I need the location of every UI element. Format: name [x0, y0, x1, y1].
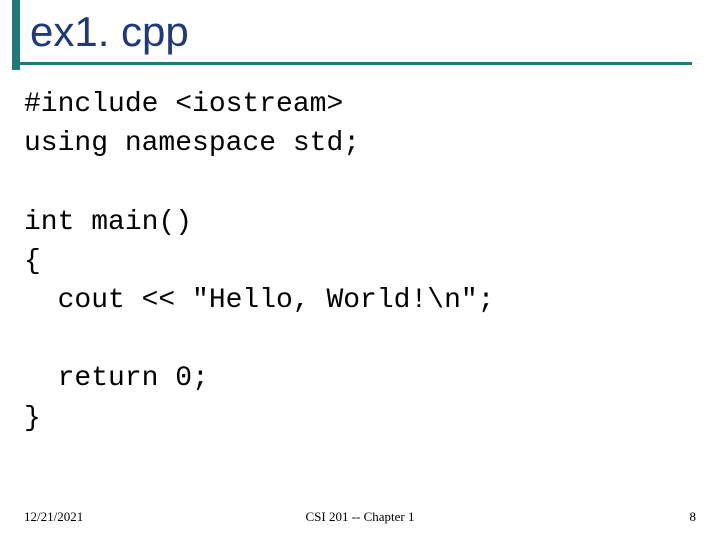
code-line: {: [24, 246, 41, 277]
code-line: using namespace std;: [24, 128, 360, 159]
code-line: #include <iostream>: [24, 89, 343, 120]
footer-center: CSI 201 -- Chapter 1: [248, 509, 472, 525]
code-line: }: [24, 403, 41, 434]
code-block: #include <iostream> using namespace std;…: [24, 85, 494, 438]
footer-page-number: 8: [472, 509, 696, 525]
slide-title: ex1. cpp: [30, 8, 189, 56]
code-line: return 0;: [24, 363, 209, 394]
slide-footer: 12/21/2021 CSI 201 -- Chapter 1 8: [24, 509, 696, 525]
footer-date: 12/21/2021: [24, 509, 248, 525]
title-accent-bar: [12, 0, 20, 70]
title-underline: [12, 62, 692, 65]
code-line: int main(): [24, 207, 192, 238]
code-line: cout << "Hello, World!\n";: [24, 285, 494, 316]
